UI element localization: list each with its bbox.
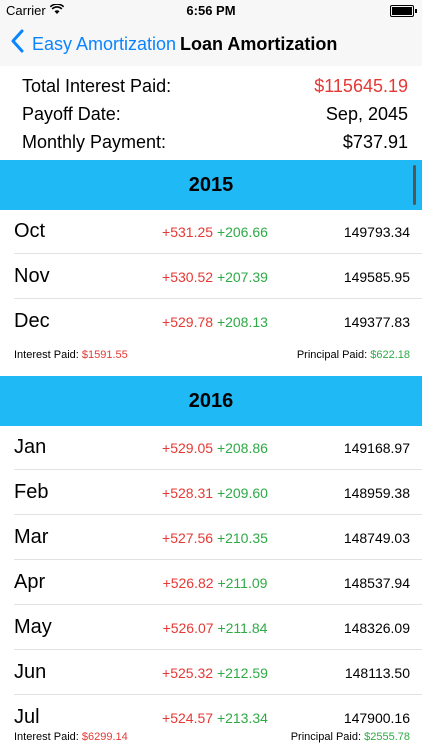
interest-amount: +526.82 <box>162 575 214 591</box>
payoff-date-label: Payoff Date: <box>22 104 121 124</box>
principal-amount: +207.39 <box>216 269 268 285</box>
principal-paid-value: $2555.78 <box>364 731 410 743</box>
interest-paid-label: Interest Paid: <box>14 349 79 361</box>
interest-amount: +528.31 <box>162 485 214 501</box>
chevron-left-icon[interactable] <box>10 29 24 57</box>
payment-breakdown: +531.25 +206.66 <box>140 224 290 240</box>
interest-amount: +526.07 <box>162 620 214 636</box>
navigation-bar: Easy Amortization Loan Amortization <box>0 22 422 67</box>
month-label: Apr <box>14 571 46 593</box>
month-label: Feb <box>14 481 49 503</box>
back-button[interactable]: Easy Amortization <box>32 34 176 55</box>
interest-paid-total: Interest Paid: $6299.14 <box>14 731 128 743</box>
payment-breakdown: +526.07 +211.84 <box>140 620 290 636</box>
principal-amount: +210.35 <box>216 530 268 546</box>
principal-amount: +208.86 <box>216 440 268 456</box>
interest-paid-label: Interest Paid: <box>14 731 79 743</box>
year-header-2016: 2016 <box>0 376 422 426</box>
total-interest-row: Total Interest Paid: $115645.19 <box>22 71 408 99</box>
principal-amount: +212.59 <box>216 665 268 681</box>
year-header-2015: 2015 <box>0 160 422 210</box>
table-row[interactable]: Apr +526.82 +211.09 148537.94 <box>0 561 422 605</box>
monthly-payment-row: Monthly Payment: $737.91 <box>22 127 408 155</box>
interest-amount: +531.25 <box>162 224 214 240</box>
status-time: 6:56 PM <box>186 3 236 18</box>
payment-breakdown: +525.32 +212.59 <box>140 665 290 681</box>
principal-amount: +211.09 <box>217 575 268 591</box>
remaining-balance: 148113.50 <box>344 665 410 681</box>
table-row[interactable]: Mar +527.56 +210.35 148749.03 <box>0 516 422 560</box>
row-divider <box>14 649 422 650</box>
table-row[interactable]: Feb +528.31 +209.60 148959.38 <box>0 471 422 515</box>
table-row[interactable]: May +526.07 +211.84 148326.09 <box>0 606 422 650</box>
payoff-date-value: Sep, 2045 <box>325 104 408 124</box>
payment-breakdown: +530.52 +207.39 <box>140 269 290 285</box>
status-bar: Carrier 6:56 PM <box>0 0 422 22</box>
row-divider <box>14 298 422 299</box>
row-divider <box>14 694 422 695</box>
table-row[interactable]: Dec +529.78 +208.13 149377.83 <box>0 300 422 344</box>
table-row[interactable]: Oct +531.25 +206.66 149793.34 <box>0 210 422 254</box>
month-label: Dec <box>14 310 50 332</box>
payment-breakdown: +529.78 +208.13 <box>140 314 290 330</box>
payment-breakdown: +528.31 +209.60 <box>140 485 290 501</box>
principal-paid-label: Principal Paid: <box>296 349 368 361</box>
loan-summary: Total Interest Paid: $115645.19 Payoff D… <box>0 66 422 158</box>
row-divider <box>14 514 422 515</box>
remaining-balance: 148326.09 <box>343 620 410 636</box>
table-row[interactable]: Jan +529.05 +208.86 149168.97 <box>0 426 422 470</box>
month-label: Mar <box>14 526 49 548</box>
row-divider <box>14 253 422 254</box>
month-label: Oct <box>14 220 46 242</box>
remaining-balance: 148537.94 <box>343 575 410 591</box>
interest-paid-total: Interest Paid: $1591.55 <box>14 349 128 361</box>
month-label: Jan <box>14 436 47 458</box>
interest-paid-value: $6299.14 <box>81 731 128 743</box>
monthly-payment-value: $737.91 <box>342 132 408 152</box>
battery-icon <box>390 5 417 17</box>
payment-breakdown: +526.82 +211.09 <box>140 575 290 591</box>
table-row[interactable]: Nov +530.52 +207.39 149585.95 <box>0 255 422 299</box>
table-row[interactable]: Jun +525.32 +212.59 148113.50 <box>0 651 422 695</box>
year-total-2016: Interest Paid: $6299.14 Principal Paid: … <box>0 724 422 750</box>
month-label: Jun <box>14 661 47 683</box>
month-label: May <box>14 616 52 638</box>
interest-amount: +525.32 <box>162 665 214 681</box>
principal-amount: +208.13 <box>216 314 268 330</box>
payment-breakdown: +529.05 +208.86 <box>140 440 290 456</box>
total-interest-label: Total Interest Paid: <box>22 76 172 96</box>
month-label: Nov <box>14 265 50 287</box>
remaining-balance: 149585.95 <box>343 269 410 285</box>
principal-amount: +211.84 <box>217 620 268 636</box>
total-interest-value: $115645.19 <box>314 76 408 96</box>
interest-paid-value: $1591.55 <box>81 349 128 361</box>
principal-amount: +206.66 <box>216 224 268 240</box>
scrollbar[interactable] <box>413 165 416 205</box>
payoff-date-row: Payoff Date: Sep, 2045 <box>22 99 408 127</box>
monthly-payment-label: Monthly Payment: <box>22 132 167 152</box>
interest-amount: +530.52 <box>162 269 214 285</box>
principal-paid-total: Principal Paid: $2555.78 <box>291 731 410 743</box>
principal-paid-label: Principal Paid: <box>290 731 362 743</box>
interest-amount: +529.05 <box>162 440 214 456</box>
remaining-balance: 148959.38 <box>343 485 410 501</box>
principal-paid-value: $622.18 <box>370 349 410 361</box>
row-divider <box>14 559 422 560</box>
payment-breakdown: +527.56 +210.35 <box>140 530 290 546</box>
row-divider <box>14 469 422 470</box>
remaining-balance: 149793.34 <box>343 224 410 240</box>
year-total-2015: Interest Paid: $1591.55 Principal Paid: … <box>14 345 410 365</box>
remaining-balance: 149377.83 <box>343 314 410 330</box>
principal-amount: +209.60 <box>216 485 268 501</box>
principal-paid-total: Principal Paid: $622.18 <box>297 349 410 361</box>
page-title: Loan Amortization <box>180 34 338 54</box>
interest-amount: +529.78 <box>162 314 214 330</box>
row-divider <box>14 604 422 605</box>
interest-amount: +527.56 <box>162 530 214 546</box>
remaining-balance: 149168.97 <box>343 440 410 456</box>
remaining-balance: 148749.03 <box>343 530 410 546</box>
